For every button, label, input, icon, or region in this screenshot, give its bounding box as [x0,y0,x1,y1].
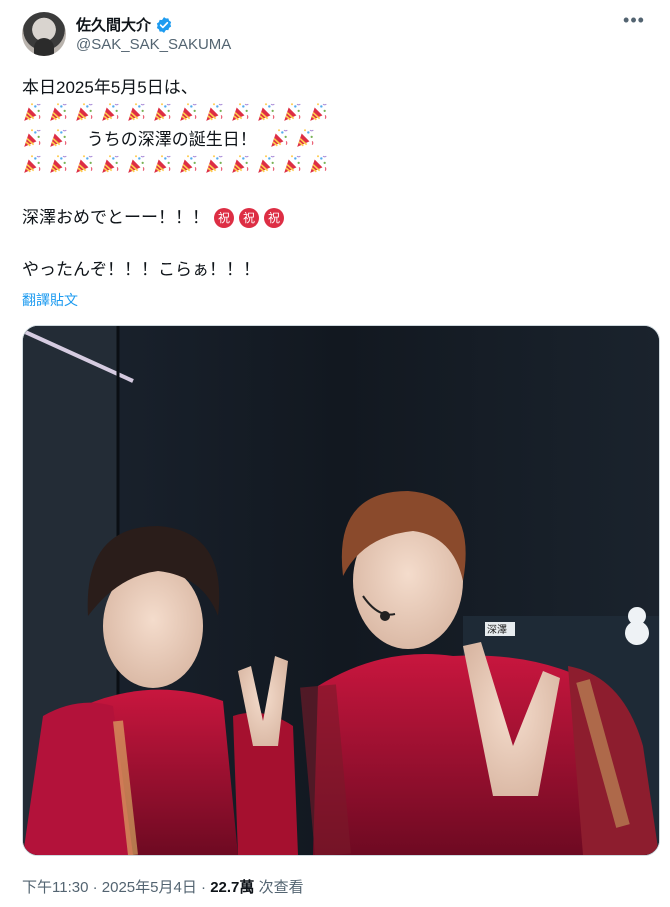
celebration-mark-icon: 祝 [239,208,259,228]
party-popper-row [22,102,652,128]
tweet-line: うちの深澤の誕生日！ [86,130,257,149]
tweet-line-text: 深澤おめでとーー！！！ [22,208,209,227]
party-popper-icon [308,154,328,174]
party-popper-icon [100,154,120,174]
tweet-photo[interactable]: 深澤 [22,325,660,856]
party-popper-icon [126,102,146,122]
party-popper-icon [48,154,68,174]
party-popper-icon [152,102,172,122]
party-popper-icon [295,128,315,148]
author-handle[interactable]: @SAK_SAK_SAKUMA [76,36,231,53]
party-popper-icon [308,102,328,122]
party-popper-icon [126,154,146,174]
party-popper-icon [230,154,250,174]
separator: · [201,879,207,896]
post-time[interactable]: 下午11:30 [22,879,88,896]
party-popper-icon [178,154,198,174]
party-popper-icon [256,154,276,174]
author-display-name[interactable]: 佐久間大介 [76,14,151,35]
verified-badge-icon [156,16,172,33]
more-options-icon[interactable]: ••• [620,11,648,36]
tweet-line: 本日2025年5月5日は、 [22,78,198,97]
post-date[interactable]: 2025年5月4日 [102,879,197,896]
party-popper-icon [22,128,42,148]
party-popper-icon [48,102,68,122]
party-popper-icon [282,154,302,174]
party-popper-icon [22,102,42,122]
party-popper-icon [100,102,120,122]
photo-content: 深澤 [23,326,659,855]
celebration-mark-icon: 祝 [264,208,284,228]
party-popper-icon [256,102,276,122]
separator: · [92,879,98,896]
avatar[interactable] [22,12,66,56]
view-count: 22.7萬 [210,879,255,896]
tweet-text: 本日2025年5月5日は、 うちの深澤の誕生日！ 深澤おめでとーー！！！祝祝祝 … [22,76,652,284]
line-break [22,232,652,258]
tweet-line: 深澤おめでとーー！！！祝祝祝 [22,206,652,232]
party-popper-icon [204,102,224,122]
tweet-line: やったんぞ！！！こらぁ！！！ [22,260,260,279]
party-popper-icon [269,128,289,148]
party-popper-icon [230,102,250,122]
translate-post-link[interactable]: 翻譯貼文 [22,290,78,310]
party-popper-icon [282,102,302,122]
party-popper-row [22,154,652,180]
party-popper-icon [74,154,94,174]
author-name-row: 佐久間大介 [76,14,173,35]
photo-sign-text: 深澤 [487,624,507,636]
party-popper-icon [22,154,42,174]
party-popper-icon [48,128,68,148]
tweet-meta: 下午11:30 · 2025年5月4日 · 22.7萬 次查看 [22,876,304,897]
line-break [22,180,652,206]
party-popper-icon [204,154,224,174]
celebration-mark-icon: 祝 [214,208,234,228]
party-popper-row: うちの深澤の誕生日！ [22,128,652,154]
view-count-label: 次查看 [258,879,304,896]
tweet-header: 佐久間大介 @SAK_SAK_SAKUMA ••• [22,11,654,60]
party-popper-icon [152,154,172,174]
party-popper-icon [178,102,198,122]
party-popper-icon [74,102,94,122]
